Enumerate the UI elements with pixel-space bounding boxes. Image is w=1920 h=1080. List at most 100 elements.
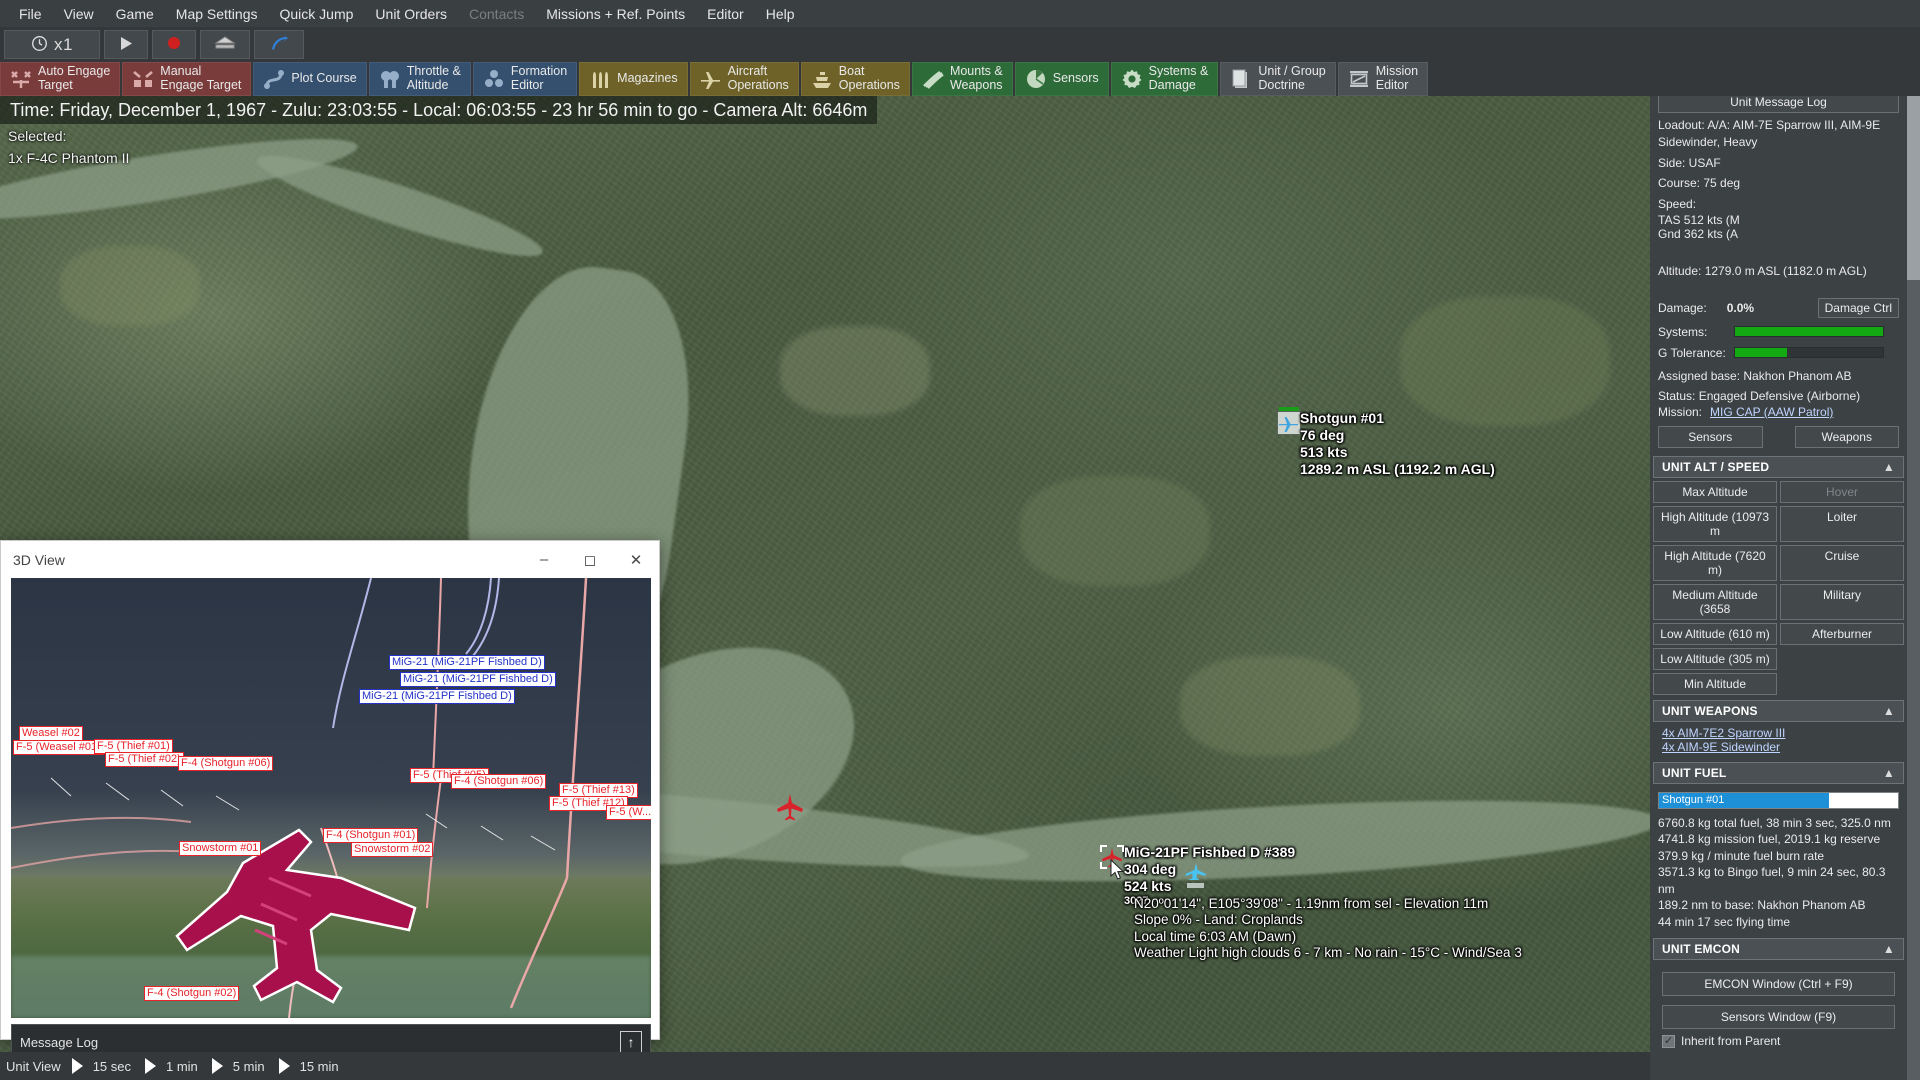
speed-multiplier: x1 (54, 34, 73, 54)
menu-item-quick-jump[interactable]: Quick Jump (269, 2, 365, 26)
time-step-arrow-icon[interactable] (278, 1058, 290, 1074)
section-header-unit-alt-speed[interactable]: UNIT ALT / SPEED ▲ (1653, 455, 1904, 478)
window-title-bar[interactable]: 3D View – ◻ ✕ (1, 541, 659, 578)
window-3d-view[interactable]: 3D View – ◻ ✕ MiG-21 (MiG-21PF Fishbed D… (0, 540, 660, 1060)
damage-ctrl-button[interactable]: Damage Ctrl (1817, 297, 1899, 318)
tag-shotgun-01[interactable]: F-4 (Shotgun #01) (323, 828, 419, 843)
tag-snowstorm-01[interactable]: Snowstorm #01 (179, 841, 262, 856)
section-header-unit-fuel[interactable]: UNIT FUEL ▲ (1653, 761, 1904, 784)
checkbox-checked-icon[interactable] (1662, 1034, 1675, 1048)
tag-shotgun-06a[interactable]: F-4 (Shotgun #06) (178, 756, 274, 771)
menu-item-editor[interactable]: Editor (696, 2, 755, 26)
assigned-base: Assigned base: Nakhon Phanom AB (1658, 368, 1852, 383)
menu-item-unit-orders[interactable]: Unit Orders (364, 2, 458, 26)
weapons-button[interactable]: Weapons (1794, 425, 1899, 448)
alt-low-305[interactable]: Low Altitude (305 m) (1653, 647, 1777, 670)
tag-weasel-02[interactable]: Weasel #02 (19, 726, 83, 741)
play-icon (120, 36, 133, 54)
mission-link[interactable]: MIG CAP (AAW Patrol) (1710, 405, 1833, 419)
time-step-15-sec[interactable]: 15 sec (90, 1059, 134, 1074)
toolbar-sensors[interactable]: Sensors (1014, 62, 1109, 96)
menu-item-missions-ref-points[interactable]: Missions + Ref. Points (535, 2, 696, 26)
layers-button[interactable] (200, 30, 250, 59)
chevron-up-icon[interactable]: ▲ (1883, 766, 1895, 780)
toolbar-boat-operations[interactable]: Boat Operations (800, 62, 910, 96)
play-button[interactable] (104, 30, 148, 59)
tag-shotgun-02[interactable]: F-4 (Shotgun #02) (144, 986, 240, 1001)
emcon-window-button[interactable]: EMCON Window (Ctrl + F9) (1662, 972, 1895, 997)
mission-editor-icon (1348, 68, 1370, 90)
section-header-unit-emcon[interactable]: UNIT EMCON ▲ (1653, 938, 1904, 961)
toolbar-manual-engage-target[interactable]: Manual Engage Target (122, 62, 252, 96)
menu-bar: File View Game Map Settings Quick Jump U… (0, 0, 1920, 27)
tag-mig21-2[interactable]: MiG-21 (MiG-21PF Fishbed D) (400, 672, 556, 687)
time-step-5-min[interactable]: 5 min (230, 1059, 268, 1074)
toolbar-throttle-altitude[interactable]: Throttle & Altitude (368, 62, 471, 96)
time-step-15-min[interactable]: 15 min (297, 1059, 342, 1074)
game-speed-control[interactable]: x1 (4, 30, 100, 59)
weapon-item-sparrow[interactable]: 4x AIM-7E2 Sparrow III (1662, 726, 1785, 740)
throttle-cruise[interactable]: Cruise (1780, 544, 1904, 581)
alt-min-altitude[interactable]: Min Altitude (1653, 672, 1777, 695)
toolbar-unit-group-doctrine[interactable]: Unit / Group Doctrine (1220, 62, 1336, 96)
toolbar-mounts-weapons[interactable]: Mounts & Weapons (911, 62, 1013, 96)
menu-item-help[interactable]: Help (755, 2, 806, 26)
tag-mig21-1[interactable]: MiG-21 (MiG-21PF Fishbed D) (389, 655, 545, 670)
toolbar-magazines[interactable]: Magazines (579, 62, 688, 96)
fuel-line: 379.9 kg / minute fuel burn rate (1658, 848, 1825, 863)
menu-item-game[interactable]: Game (105, 2, 165, 26)
tag-shotgun-06b[interactable]: F-4 (Shotgun #06) (451, 774, 547, 789)
alt-medium-3658[interactable]: Medium Altitude (3658 (1653, 583, 1777, 620)
alt-high-10973[interactable]: High Altitude (10973 m (1653, 505, 1777, 542)
alt-high-7620[interactable]: High Altitude (7620 m) (1653, 544, 1777, 581)
toolbar-plot-course[interactable]: Plot Course (253, 62, 367, 96)
toolbar-formation-editor[interactable]: Formation Editor (472, 62, 578, 96)
tag-thief-02[interactable]: F-5 (Thief #02) (105, 752, 184, 767)
right-panel-scrollbar[interactable]: ▲ ▼ (1907, 0, 1920, 1080)
maximize-icon[interactable]: ◻ (567, 541, 613, 578)
weapon-item-sidewinder[interactable]: 4x AIM-9E Sidewinder (1662, 740, 1780, 754)
alt-low-610[interactable]: Low Altitude (610 m) (1653, 622, 1777, 645)
toolbar-aircraft-operations[interactable]: Aircraft Operations (689, 62, 799, 96)
chevron-up-icon[interactable]: ▲ (1883, 704, 1895, 718)
river-segment (251, 140, 549, 272)
time-step-arrow-icon[interactable] (211, 1058, 223, 1074)
time-step-1-min[interactable]: 1 min (163, 1059, 201, 1074)
section-header-unit-weapons[interactable]: UNIT WEAPONS ▲ (1653, 699, 1904, 722)
inherit-from-parent-row[interactable]: Inherit from Parent (1662, 1034, 1895, 1048)
time-step-arrow-icon[interactable] (145, 1058, 156, 1074)
throttle-loiter[interactable]: Loiter (1780, 505, 1904, 542)
sensors-button[interactable]: Sensors (1658, 425, 1763, 448)
record-button[interactable] (152, 30, 196, 59)
right-side-panel: UNIT STATUS ▲ Shotgun #01 Regular F-4C P… (1650, 0, 1920, 1080)
close-icon[interactable]: ✕ (613, 541, 659, 578)
unit-view-label[interactable]: Unit View (6, 1059, 61, 1074)
field-patch (1020, 476, 1210, 586)
chevron-up-icon[interactable]: ▲ (1883, 942, 1895, 956)
menu-item-map-settings[interactable]: Map Settings (165, 2, 269, 26)
section-body-unit-alt-speed: Max Altitude Hover High Altitude (10973 … (1650, 478, 1907, 698)
jump-button[interactable] (254, 30, 304, 59)
toolbar-auto-engage-target[interactable]: Auto Engage Target (0, 62, 121, 96)
throttle-military[interactable]: Military (1780, 583, 1904, 620)
tag-weasel-01[interactable]: F-5 (Weasel #01) (13, 740, 104, 755)
friendly-unit-icon[interactable] (1277, 407, 1301, 435)
tag-weasel-partial[interactable]: F-5 (W... (606, 805, 651, 820)
expand-up-icon[interactable]: ↑ (620, 1031, 642, 1053)
section-body-unit-emcon: EMCON Window (Ctrl + F9) Sensors Window … (1650, 960, 1907, 1056)
viewport-3d[interactable]: MiG-21 (MiG-21PF Fishbed D) MiG-21 (MiG-… (11, 578, 651, 1018)
minimize-icon[interactable]: – (521, 541, 567, 578)
chevron-up-icon[interactable]: ▲ (1883, 460, 1895, 474)
menu-item-file[interactable]: File (8, 2, 53, 26)
sensors-window-button[interactable]: Sensors Window (F9) (1662, 1005, 1895, 1030)
menu-item-view[interactable]: View (53, 2, 105, 26)
tag-mig21-3[interactable]: MiG-21 (MiG-21PF Fishbed D) (359, 689, 515, 704)
throttle-afterburner[interactable]: Afterburner (1780, 622, 1904, 645)
tag-snowstorm-02[interactable]: Snowstorm #02 (351, 842, 434, 857)
alt-max-altitude[interactable]: Max Altitude (1653, 480, 1777, 503)
time-step-arrow-icon[interactable] (71, 1058, 83, 1074)
toolbar-systems-damage[interactable]: Systems & Damage (1110, 62, 1219, 96)
toolbar-label: Formation Editor (510, 64, 568, 92)
toolbar-mission-editor[interactable]: Mission Editor (1337, 62, 1429, 96)
